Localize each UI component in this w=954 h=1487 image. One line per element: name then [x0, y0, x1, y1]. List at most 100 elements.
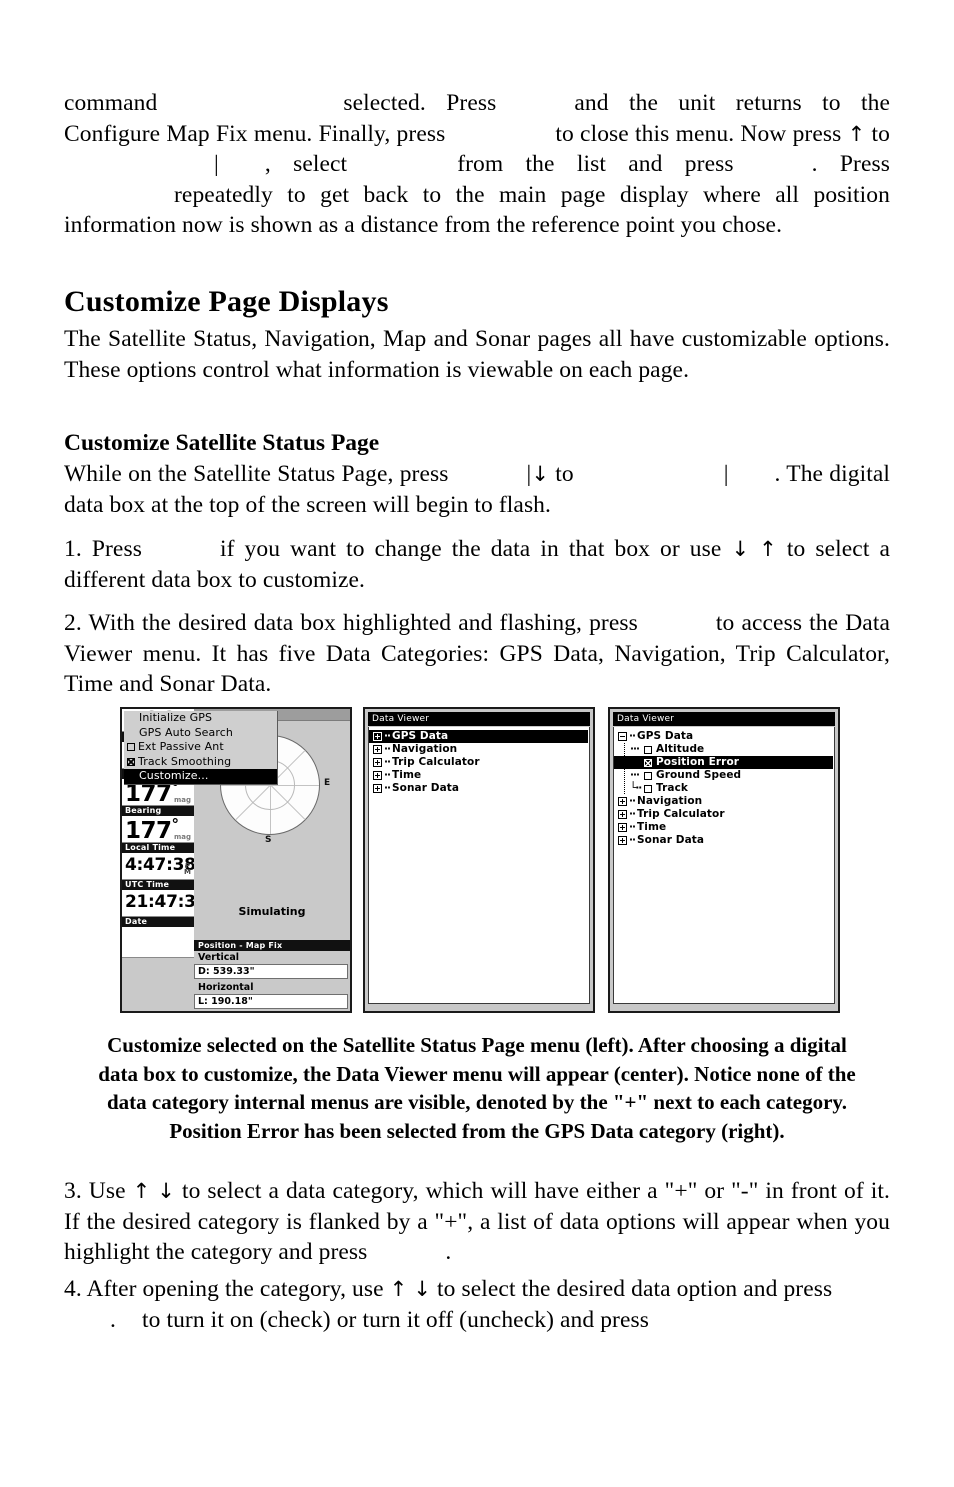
data-box-bearing-label: Bearing [122, 806, 194, 816]
p1-seg9: repeatedly to get back to the main page … [64, 181, 890, 239]
tree-item-gps-data[interactable]: ·· GPS Data [369, 730, 588, 743]
paragraph-2-text: The Satellite Status, Navigation, Map an… [64, 326, 890, 383]
data-viewer-tree-center: ·· GPS Data ·· Navigation ·· Trip Calculato… [368, 727, 590, 1004]
position-map-fix-panel: Position - Map Fix Vertical D: 539.33" H… [194, 940, 350, 1011]
degree-symbol-bearing: ° [171, 815, 180, 834]
arrow-down-icon-1: ↓ [531, 462, 550, 486]
position-horizontal-label: Horizontal [194, 981, 350, 994]
screenshot-data-viewer-collapsed: Data Viewer ·· GPS Data ·· Navigation ·· Tr… [363, 707, 595, 1013]
step-1-block: 1. Press if you want to change the data i… [64, 534, 890, 595]
data-box-date-value [122, 927, 194, 958]
collapse-minus-icon-gps-data[interactable] [618, 732, 627, 741]
tree-dots: ·· [629, 821, 636, 833]
position-vertical-value: D: 539.33" [194, 964, 348, 979]
tree-item-sonar-data[interactable]: ·· Sonar Data [371, 782, 587, 795]
expand-plus-icon-navigation[interactable] [373, 745, 382, 754]
expand-plus-icon-time[interactable] [373, 771, 382, 780]
data-box-utc-time-value: 21:47:38 [122, 890, 207, 917]
data-box-bearing[interactable]: Bearing 177° mag [122, 806, 194, 843]
expand-plus-icon-time[interactable] [618, 823, 627, 832]
p1-seg4: to close this menu. Now press [555, 120, 842, 147]
tree-item-sonar-data-label: Sonar Data [391, 782, 460, 794]
tree-item-track[interactable]: └·· Track [616, 782, 832, 795]
p1-seg1: command [64, 90, 158, 116]
step-1-text: 1. Press if you want to change the data i… [64, 534, 890, 595]
tree-item-navigation-label: Navigation [391, 743, 458, 755]
checkbox-track[interactable] [644, 784, 652, 793]
menu-item-customize[interactable]: Customize... [124, 769, 277, 784]
expand-plus-icon-navigation[interactable] [618, 797, 627, 806]
data-box-local-time[interactable]: Local Time 4:47:38 PM [122, 843, 196, 880]
document-page: command selected. Press and the unit retur… [0, 0, 954, 1487]
p6-seg1: to select a data category, which will ha… [64, 1178, 890, 1265]
p3-period: . [774, 461, 781, 487]
expand-plus-icon-trip-calculator[interactable] [618, 810, 627, 819]
tree-item-time-label: Time [636, 821, 667, 833]
data-viewer-title-center: Data Viewer [368, 712, 590, 726]
tree-branch-icon: └·· [630, 782, 642, 794]
tree-item-sonar-data[interactable]: ·· Sonar Data [616, 834, 832, 847]
tree-dots: ·· [384, 769, 391, 781]
menu-item-track-smoothing-label: Track Smoothing [138, 754, 232, 768]
tree-item-time[interactable]: ·· Time [371, 769, 587, 782]
compass-label-east: E [324, 778, 331, 788]
tree-item-trip-calculator-label: Trip Calculator [391, 756, 480, 768]
data-box-date[interactable]: Date [122, 917, 194, 958]
tree-item-trip-calculator[interactable]: ·· Trip Calculator [371, 756, 587, 769]
data-box-bearing-value: 177° mag [122, 816, 194, 843]
tree-item-navigation-label: Navigation [636, 795, 703, 807]
checkbox-position-error[interactable] [644, 758, 652, 767]
tree-item-sonar-data-label: Sonar Data [636, 834, 705, 846]
paragraph-2-block: The Satellite Status, Navigation, Map an… [64, 324, 890, 385]
menu-item-initialize-gps[interactable]: Initialize GPS [124, 711, 277, 726]
satellite-status-popup-menu[interactable]: Initialize GPS GPS Auto Search Ext Passi… [124, 711, 278, 785]
position-vertical-label: Vertical [194, 951, 350, 964]
checkbox-track-smoothing[interactable] [127, 757, 135, 766]
tree-item-trip-calculator-label: Trip Calculator [636, 808, 725, 820]
data-box-utc-time[interactable]: UTC Time 21:47:38 [122, 880, 207, 917]
menu-item-track-smoothing[interactable]: Track Smoothing [124, 755, 277, 770]
heading-customize-page-displays: Customize Page Displays [64, 285, 389, 318]
tree-item-navigation[interactable]: ·· Navigation [616, 795, 832, 808]
tree-item-time[interactable]: ·· Time [616, 821, 832, 834]
arrow-down-icon-3: ↓ [157, 1179, 175, 1203]
tree-item-navigation[interactable]: ·· Navigation [371, 743, 587, 756]
data-box-local-time-label: Local Time [122, 843, 194, 853]
subheading-customize-satellite-status-page: Customize Satellite Status Page [64, 430, 380, 456]
expand-plus-icon-gps-data[interactable] [373, 732, 382, 741]
p5-num: 2. With the desired data box highlighted… [64, 610, 638, 636]
expand-plus-icon-sonar-data[interactable] [618, 836, 627, 845]
tree-dots: ·· [384, 782, 391, 794]
menu-item-ext-passive-ant[interactable]: Ext Passive Ant [124, 740, 277, 755]
tree-item-position-error[interactable]: ··· Position Error [614, 756, 833, 769]
tree-item-ground-speed[interactable]: ··· Ground Speed [616, 769, 832, 782]
step-2-block: 2. With the desired data box highlighted… [64, 608, 890, 700]
position-horizontal-value: L: 190.18" [194, 994, 348, 1009]
expand-plus-icon-sonar-data[interactable] [373, 784, 382, 793]
menu-item-gps-auto-search[interactable]: GPS Auto Search [124, 726, 277, 741]
tree-connector-line [624, 743, 625, 795]
tree-dots: ·· [629, 795, 636, 807]
arrow-down-icon-2: ↓ [731, 537, 750, 561]
tree-item-altitude-label: Altitude [656, 743, 705, 755]
tree-branch-icon: ··· [630, 769, 640, 781]
section-heading-block: Customize Page Displays [64, 284, 890, 320]
expand-plus-icon-trip-calculator[interactable] [373, 758, 382, 767]
p3-bar2: | [723, 461, 729, 487]
arrow-up-icon-1: ↑ [847, 121, 866, 146]
p1-seg5: to [871, 120, 891, 147]
status-simulating-text: Simulating [238, 905, 306, 918]
figure-caption: Customize selected on the Satellite Stat… [98, 1033, 856, 1143]
tree-item-altitude[interactable]: ··· Altitude [616, 743, 832, 756]
data-box-local-time-value: 4:47:38 PM [122, 853, 196, 880]
p7-num: 4. After opening the category, use [64, 1276, 384, 1302]
tree-item-gps-data[interactable]: ·· GPS Data [616, 730, 832, 743]
checkbox-altitude[interactable] [644, 745, 652, 754]
satellite-status-screen: 100 mph Altitude 0 ft Track 177° [122, 709, 350, 1011]
checkbox-ext-passive-ant[interactable] [127, 743, 135, 752]
checkbox-ground-speed[interactable] [644, 771, 652, 780]
tree-item-trip-calculator[interactable]: ·· Trip Calculator [616, 808, 832, 821]
paragraph-intro: command selected. Press and the unit retur… [64, 88, 890, 241]
tree-item-ground-speed-label: Ground Speed [656, 769, 742, 781]
data-viewer-title-right: Data Viewer [613, 712, 835, 726]
